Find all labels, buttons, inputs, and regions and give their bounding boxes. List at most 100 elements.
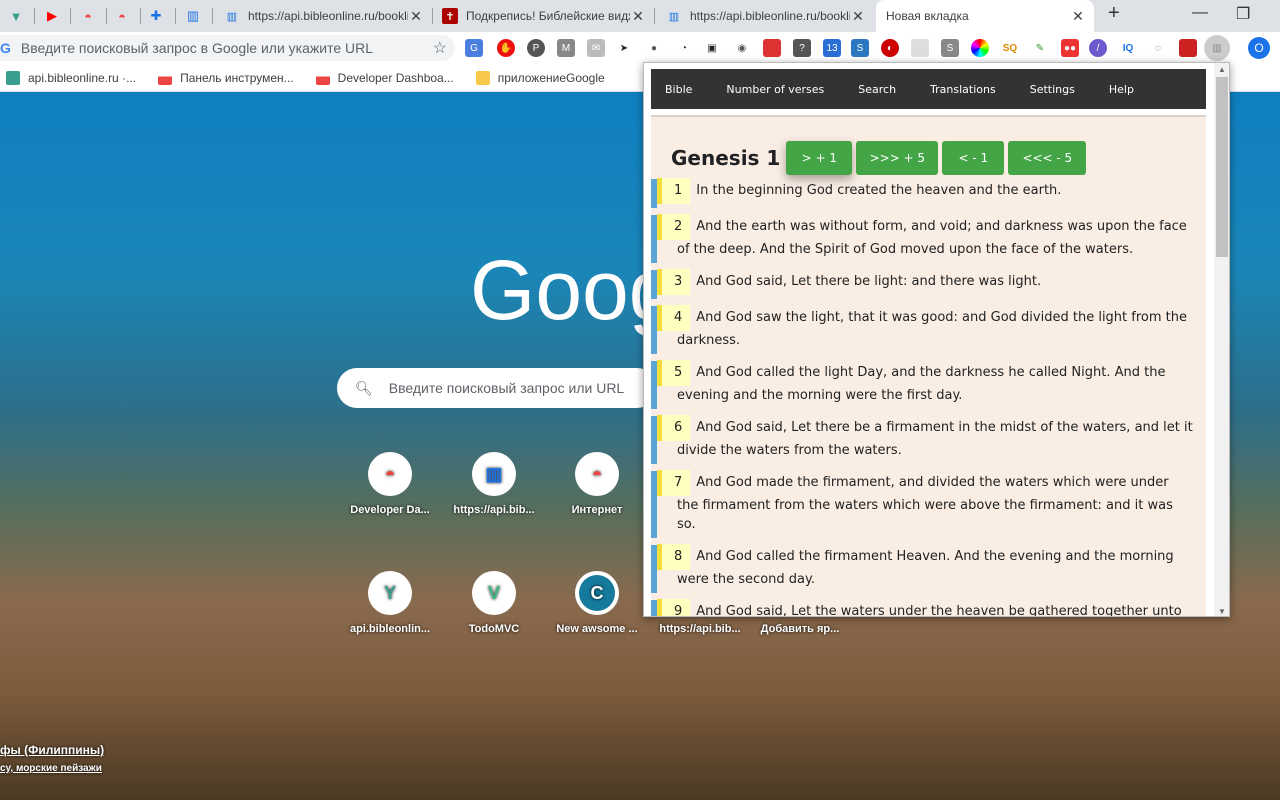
chat-icon[interactable]: ◉ (733, 39, 751, 57)
color-wheel-icon[interactable] (971, 39, 989, 57)
divider (432, 8, 433, 24)
code-icon[interactable]: ◌ (1149, 39, 1167, 57)
chapter-title: Genesis 1 (671, 146, 781, 170)
close-tab-icon[interactable]: ✕ (408, 8, 424, 25)
pinned-tab-bible-icon[interactable]: ▥ (183, 6, 203, 26)
nav-settings[interactable]: Settings (1030, 83, 1075, 96)
verse-number[interactable]: 3 (657, 269, 691, 295)
s-gray-icon[interactable]: S (941, 39, 959, 57)
back-5-button[interactable]: <<< - 5 (1008, 141, 1087, 175)
scroll-thumb[interactable] (1216, 77, 1228, 257)
close-tab-icon[interactable]: ✕ (850, 8, 866, 25)
verse-number[interactable]: 2 (657, 214, 691, 240)
bookmark-developer-dashboard[interactable]: Developer Dashboa... (315, 70, 454, 85)
verse-number[interactable]: 9 (657, 599, 691, 616)
shortcut-tile[interactable]: ◓ Интернет (545, 452, 649, 516)
search-icon: 🔍︎ (355, 379, 373, 396)
restore-button[interactable]: ❐ (1236, 4, 1250, 24)
bookmark-folder[interactable]: приложениеGoogle (475, 70, 605, 85)
tab-title: Подкрепись! Библейские виджеты (466, 9, 630, 23)
shortcut-tile[interactable]: V TodoMVC (442, 571, 546, 635)
google-translate-icon[interactable]: G (465, 39, 483, 57)
shortcut-tile[interactable]: Yapi.bibleonlin... (338, 571, 442, 635)
minimize-button[interactable]: — (1192, 4, 1208, 22)
shortcut-tile[interactable]: ◓ Developer Da... (338, 452, 442, 516)
verse-list: 1 In the beginning God created the heaven… (651, 178, 1206, 616)
nav-number-of-verses[interactable]: Number of verses (726, 83, 824, 96)
bookmark-label: Панель инструмен... (180, 70, 294, 85)
tab-bible-widgets[interactable]: ✝ Подкрепись! Библейские виджеты✕ (434, 0, 654, 32)
bookmark-bibleonline[interactable]: api.bibleonline.ru ·... (6, 70, 136, 85)
bookmark-dashboard[interactable]: Панель инструмен... (158, 70, 294, 85)
bible-icon: ▥ (226, 10, 238, 23)
verse-number[interactable]: 1 (657, 178, 691, 204)
tampermonkey-icon[interactable]: ●● (1061, 39, 1079, 57)
adblock-icon[interactable]: ✋ (497, 39, 515, 57)
pinned-tab-extensions-icon[interactable]: ✚ (146, 6, 166, 26)
shortcut-tile[interactable]: https://api.bib... (648, 623, 752, 635)
folder-icon (475, 70, 490, 85)
bookmark-label: приложениеGoogle (497, 70, 605, 85)
bookmark-star-icon[interactable]: ☆ (433, 38, 447, 58)
pinned-tab-chrome-store-icon[interactable]: ◓ (112, 6, 132, 26)
bibleonline-icon: Y (368, 571, 412, 615)
book-icon[interactable] (763, 39, 781, 57)
profile-avatar[interactable]: O (1248, 37, 1270, 59)
s-icon[interactable]: S (851, 39, 869, 57)
background-credit-subtitle[interactable]: сy, морские пейзажи (0, 763, 102, 774)
bible-extension-popup: Bible Number of verses Search Translatio… (643, 62, 1230, 617)
previous-chapter-button[interactable]: < - 1 (942, 141, 1005, 175)
pinned-tab-youtube-icon[interactable]: ▶ (42, 6, 62, 26)
next-chapter-button[interactable]: > + 1 (786, 141, 853, 175)
add-shortcut-tile[interactable]: Добавить яр... (748, 623, 852, 635)
ext-icon[interactable] (911, 39, 929, 57)
tab-booklist-2[interactable]: ▥ https://api.bibleonline.ru/booklist ✕ (658, 0, 874, 32)
verse-number[interactable]: 5 (657, 360, 691, 386)
eyedropper-icon[interactable]: ✎ (1031, 39, 1049, 57)
ext-icon[interactable]: ? (793, 39, 811, 57)
bulb-icon[interactable]: ● (645, 39, 663, 57)
verse-number[interactable]: 4 (657, 305, 691, 331)
bible-extension-icon[interactable]: ▥ (1204, 35, 1230, 61)
pip-icon[interactable]: ▣ (703, 39, 721, 57)
verse: 8 And God called the firmament Heaven. An… (651, 544, 1206, 593)
nav-help[interactable]: Help (1109, 83, 1134, 96)
speed-icon[interactable]: ◔ (675, 39, 693, 57)
verse: 7 And God made the firmament, and divided… (651, 470, 1206, 538)
verse-number[interactable]: 8 (657, 544, 691, 570)
verse-number[interactable]: 6 (657, 415, 691, 441)
tab-new-tab[interactable]: Новая вкладка ✕ (876, 0, 1094, 32)
nav-translations[interactable]: Translations (930, 83, 996, 96)
pinterest-icon[interactable]: P (527, 39, 545, 57)
gmail-checker-icon[interactable]: M (557, 39, 575, 57)
iq-icon[interactable]: IQ (1119, 39, 1137, 57)
scroll-up-arrow[interactable]: ▲ (1214, 65, 1229, 74)
mail-icon[interactable]: ✉ (587, 39, 605, 57)
popup-scrollbar[interactable]: ▲ ▼ (1214, 63, 1229, 616)
new-tab-button[interactable]: + (1108, 2, 1120, 25)
nav-bible[interactable]: Bible (665, 83, 692, 96)
scroll-down-arrow[interactable]: ▼ (1214, 607, 1229, 616)
pinned-tab-chrome-store-icon[interactable]: ◓ (78, 6, 98, 26)
qr-icon[interactable]: 13 (823, 39, 841, 57)
verse-number[interactable]: 7 (657, 470, 691, 496)
address-bar[interactable]: G Введите поисковый запрос в Google или … (0, 35, 455, 61)
ext-icon[interactable] (1179, 39, 1197, 57)
shortcut-tile[interactable]: ▥ https://api.bib... (442, 452, 546, 516)
background-credit-title[interactable]: фы (Филиппины) (0, 743, 104, 757)
close-tab-icon[interactable]: ✕ (1070, 8, 1086, 25)
record-icon[interactable]: ◐ (881, 39, 899, 57)
address-placeholder: Введите поисковый запрос в Google или ук… (20, 40, 374, 56)
close-tab-icon[interactable]: ✕ (630, 8, 646, 25)
forward-5-button[interactable]: >>> + 5 (856, 141, 939, 175)
ext-icon[interactable]: / (1089, 39, 1107, 57)
nav-search[interactable]: Search (858, 83, 896, 96)
ntp-search-box[interactable]: 🔍︎ Введите поисковый запрос или URL (337, 368, 657, 408)
verse-text: And God saw the light, that it was good:… (677, 310, 1187, 348)
pinned-tab-bibleonline-icon[interactable]: ▼ (6, 6, 26, 26)
shortcut-tile[interactable]: C New awsome ... (545, 571, 649, 635)
sq-icon[interactable]: SQ (1001, 39, 1019, 57)
chrome-store-icon: ◓ (368, 452, 412, 496)
tab-booklist-1[interactable]: ▥ https://api.bibleonline.ru/booklist ✕ (216, 0, 432, 32)
cursor-icon[interactable]: ➤ (615, 39, 633, 57)
